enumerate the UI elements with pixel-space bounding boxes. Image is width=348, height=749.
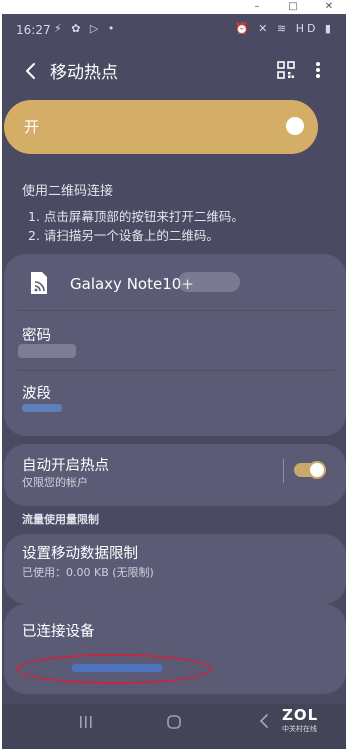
connected-devices-title: 已连接设备: [22, 624, 95, 640]
auto-hotspot-subtitle: 仅限您的帐户: [22, 476, 88, 489]
switch-divider: [283, 459, 284, 483]
zol-watermark: ZOL 中关村在线: [282, 706, 330, 738]
home-button[interactable]: [166, 714, 182, 730]
chevron-left-icon: [26, 63, 35, 79]
data-limit-section-label: 流量使用量限制: [22, 513, 99, 526]
qr-code-icon: [277, 61, 295, 79]
qr-step-2: 2. 请扫描另一个设备上的二维码。: [28, 228, 219, 243]
blurred-band-value: [22, 404, 62, 412]
zol-logo-subtitle: 中关村在线: [282, 725, 317, 733]
data-limit-title: 设置移动数据限制: [22, 546, 138, 562]
recent-apps-button[interactable]: [78, 714, 94, 730]
window-title-strip: – □ ✕: [0, 0, 348, 14]
back-button[interactable]: [18, 56, 46, 86]
band-label[interactable]: 波段: [22, 382, 51, 403]
status-system-icons: ⏰ ✕ ≋ HD ▮: [235, 22, 334, 35]
page-title: 移动热点: [50, 63, 118, 83]
home-icon: [167, 715, 181, 729]
more-options-button[interactable]: [308, 56, 328, 84]
recent-apps-icon: [80, 716, 92, 728]
qr-step-1: 1. 点击屏幕顶部的按钮来打开二维码。: [28, 209, 244, 224]
password-label[interactable]: 密码: [22, 324, 51, 345]
toggle-knob: [286, 117, 304, 135]
hotspot-device-icon: [28, 270, 50, 296]
divider: [18, 370, 334, 371]
phone-screen: 16:27 ⚡ ✿ ▷ • ⏰ ✕ ≋ HD ▮ 移动热点 开 使用二维码连接 …: [2, 14, 346, 749]
status-notification-icons: ⚡ ✿ ▷ •: [54, 22, 118, 35]
divider: [18, 310, 334, 311]
switch-thumb: [308, 461, 326, 479]
zol-logo: ZOL: [282, 706, 319, 724]
qr-connect-heading: 使用二维码连接: [22, 184, 114, 199]
qr-code-button[interactable]: [274, 58, 298, 82]
hotspot-device-name[interactable]: Galaxy Note10+: [70, 275, 194, 293]
auto-hotspot-switch[interactable]: [294, 461, 326, 479]
minimize-button[interactable]: –: [244, 0, 270, 14]
chevron-left-icon: [259, 714, 268, 728]
status-bar: 16:27 ⚡ ✿ ▷ • ⏰ ✕ ≋ HD ▮: [2, 14, 346, 44]
more-vertical-icon: [316, 62, 320, 78]
blurred-password-value: [18, 344, 76, 358]
blurred-name-suffix: [178, 272, 240, 292]
app-bar: 移动热点: [2, 50, 346, 94]
close-window-button[interactable]: ✕: [316, 0, 342, 14]
data-limit-subtitle: 已使用：0.00 KB (无限制): [22, 566, 154, 579]
status-time: 16:27: [16, 23, 51, 37]
hotspot-master-toggle[interactable]: 开: [4, 100, 318, 154]
nav-back-button[interactable]: [258, 712, 270, 730]
toggle-state-label: 开: [24, 118, 40, 136]
auto-hotspot-title: 自动开启热点: [22, 458, 109, 474]
red-annotation-ellipse: [16, 654, 212, 684]
maximize-button[interactable]: □: [280, 0, 306, 14]
